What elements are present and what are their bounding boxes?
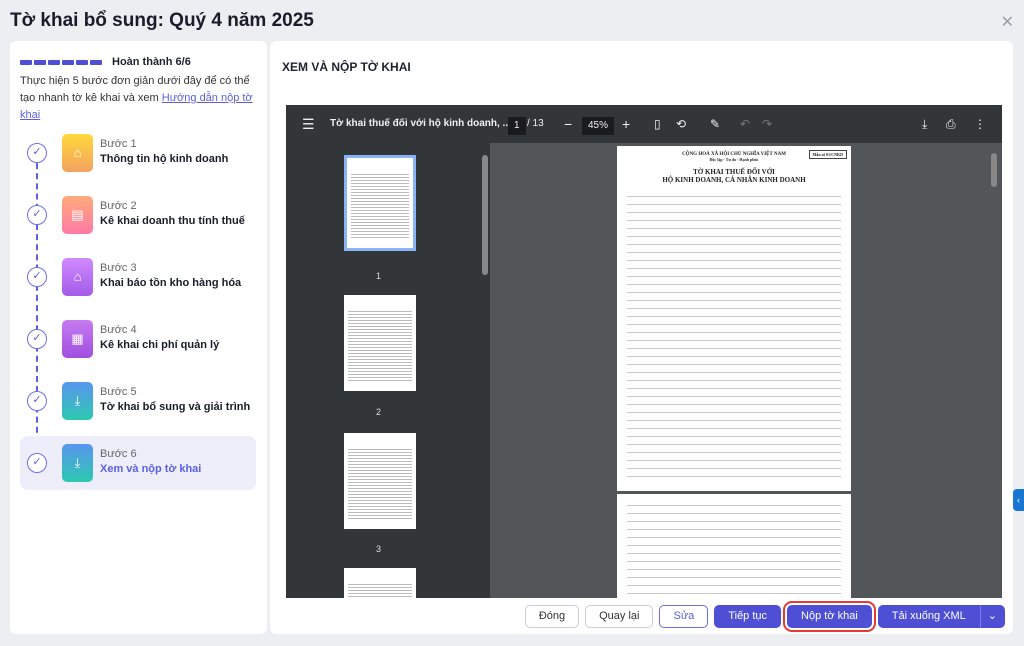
step-3[interactable]: ✓ ⌂ Bước 3 Khai báo tồn kho hàng hóa [20,250,256,304]
annotate-icon[interactable]: ✎ [710,105,720,143]
step-label: Tờ khai bổ sung và giải trình [100,401,251,413]
step-number: Bước 5 [100,386,137,398]
section-title: XEM VÀ NỘP TỜ KHAI [282,60,411,74]
edit-button[interactable]: Sửa [659,605,709,628]
page-input[interactable]: 1 [508,117,526,135]
zoom-out-icon[interactable]: − [564,105,572,143]
description: Thực hiện 5 bước đơn giản dưới đây để có… [20,73,260,124]
pdf-toolbar: ☰ Tờ khai thuế đối với hộ kinh doanh, ..… [286,105,1002,143]
thumbnail-label: 1 [376,271,382,281]
dialog-title: Tờ khai bổ sung: Quý 4 năm 2025 [10,10,314,31]
check-icon: ✓ [27,329,47,349]
page-count: / 13 [527,118,544,129]
step-5[interactable]: ✓ ⤓ Bước 5 Tờ khai bổ sung và giải trình [20,374,256,428]
step-label: Kê khai chi phí quản lý [100,339,220,351]
page-title-2: HỘ KINH DOANH, CÁ NHÂN KINH DOANH [662,176,806,184]
step-1[interactable]: ✓ ⌂ Bước 1 Thông tin hộ kinh doanh [20,126,256,180]
step-label: Khai báo tồn kho hàng hóa [100,277,242,289]
step-number: Bước 6 [100,448,137,460]
document-icon: ▤ [62,196,93,234]
step-2[interactable]: ✓ ▤ Bước 2 Kê khai doanh thu tính thuế [20,188,256,242]
back-button[interactable]: Quay lại [585,605,654,628]
redo-icon[interactable]: ↷ [762,105,772,143]
thumbnail-1[interactable] [344,155,416,251]
review-panel: XEM VÀ NỘP TỜ KHAI ☰ Tờ khai thuế đối vớ… [270,41,1013,634]
chevron-down-icon[interactable]: ⌄ [979,605,1005,628]
file-download-icon: ⤓ [62,382,93,420]
close-icon[interactable]: ✕ [1001,12,1014,32]
progress-label: Hoàn thành 6/6 [112,56,191,68]
side-toggle-button[interactable]: ‹ [1013,489,1024,511]
page-title: TỜ KHAI THUẾ ĐỐI VỚI [693,168,775,176]
pdf-page-2 [617,494,851,598]
pdf-page-1: CỘNG HOÀ XÃ HỘI CHỦ NGHĨA VIỆT NAM Độc l… [617,146,851,491]
thumbnail-4[interactable] [344,568,416,598]
rotate-icon[interactable]: ⟲ [676,105,686,143]
steps-panel: Hoàn thành 6/6 Thực hiện 5 bước đơn giản… [10,41,267,634]
menu-icon[interactable]: ☰ [302,105,315,143]
page-scrollbar[interactable] [991,153,997,187]
progress-bar: Hoàn thành 6/6 [20,56,191,68]
close-button[interactable]: Đóng [524,605,580,628]
step-number: Bước 1 [100,138,137,150]
thumbnail-pane: 1 2 3 [286,143,490,598]
zoom-input[interactable]: 45% [582,117,615,135]
step-6[interactable]: ✓ ⤓ Bước 6 Xem và nộp tờ khai [20,436,256,490]
check-icon: ✓ [27,205,47,225]
undo-icon[interactable]: ↶ [740,105,750,143]
step-label: Xem và nộp tờ khai [100,463,202,475]
thumbnail-3[interactable] [344,433,416,529]
step-number: Bước 2 [100,200,137,212]
thumbnail-label: 2 [376,407,382,417]
step-label: Thông tin hộ kinh doanh [100,153,229,165]
check-icon: ✓ [27,391,47,411]
doc-title: Tờ khai thuế đối với hộ kinh doanh, ... [330,118,511,129]
pdf-viewer[interactable]: ☰ Tờ khai thuế đối với hộ kinh doanh, ..… [286,105,1002,598]
store-icon: ⌂ [62,134,93,172]
step-number: Bước 4 [100,324,137,336]
check-icon: ✓ [27,453,47,473]
clipboard-icon: ▦ [62,320,93,358]
thumbnail-label: 3 [376,544,382,554]
check-icon: ✓ [27,267,47,287]
more-icon[interactable]: ⋮ [974,105,986,143]
submit-button[interactable]: Nộp tờ khai [783,601,876,632]
download-icon[interactable]: ⤓ [922,105,927,143]
action-bar: Đóng Quay lại Sửa Tiếp tục Nộp tờ khai T… [524,601,1005,632]
warehouse-icon: ⌂ [62,258,93,296]
continue-button[interactable]: Tiếp tục [714,605,782,628]
thumbnail-2[interactable] [344,295,416,391]
fit-page-icon[interactable]: ▯ [654,105,661,143]
download-xml-button[interactable]: Tải xuống XML [877,605,980,628]
print-icon[interactable]: ⎙ [946,105,956,143]
step-label: Kê khai doanh thu tính thuế [100,215,245,227]
file-download-icon: ⤓ [62,444,93,482]
thumbnail-scrollbar[interactable] [482,155,488,275]
zoom-in-icon[interactable]: + [622,105,630,143]
step-number: Bước 3 [100,262,137,274]
check-icon: ✓ [27,143,47,163]
step-4[interactable]: ✓ ▦ Bước 4 Kê khai chi phí quản lý [20,312,256,366]
form-code: Mẫu số 01/CNKD [808,150,847,159]
